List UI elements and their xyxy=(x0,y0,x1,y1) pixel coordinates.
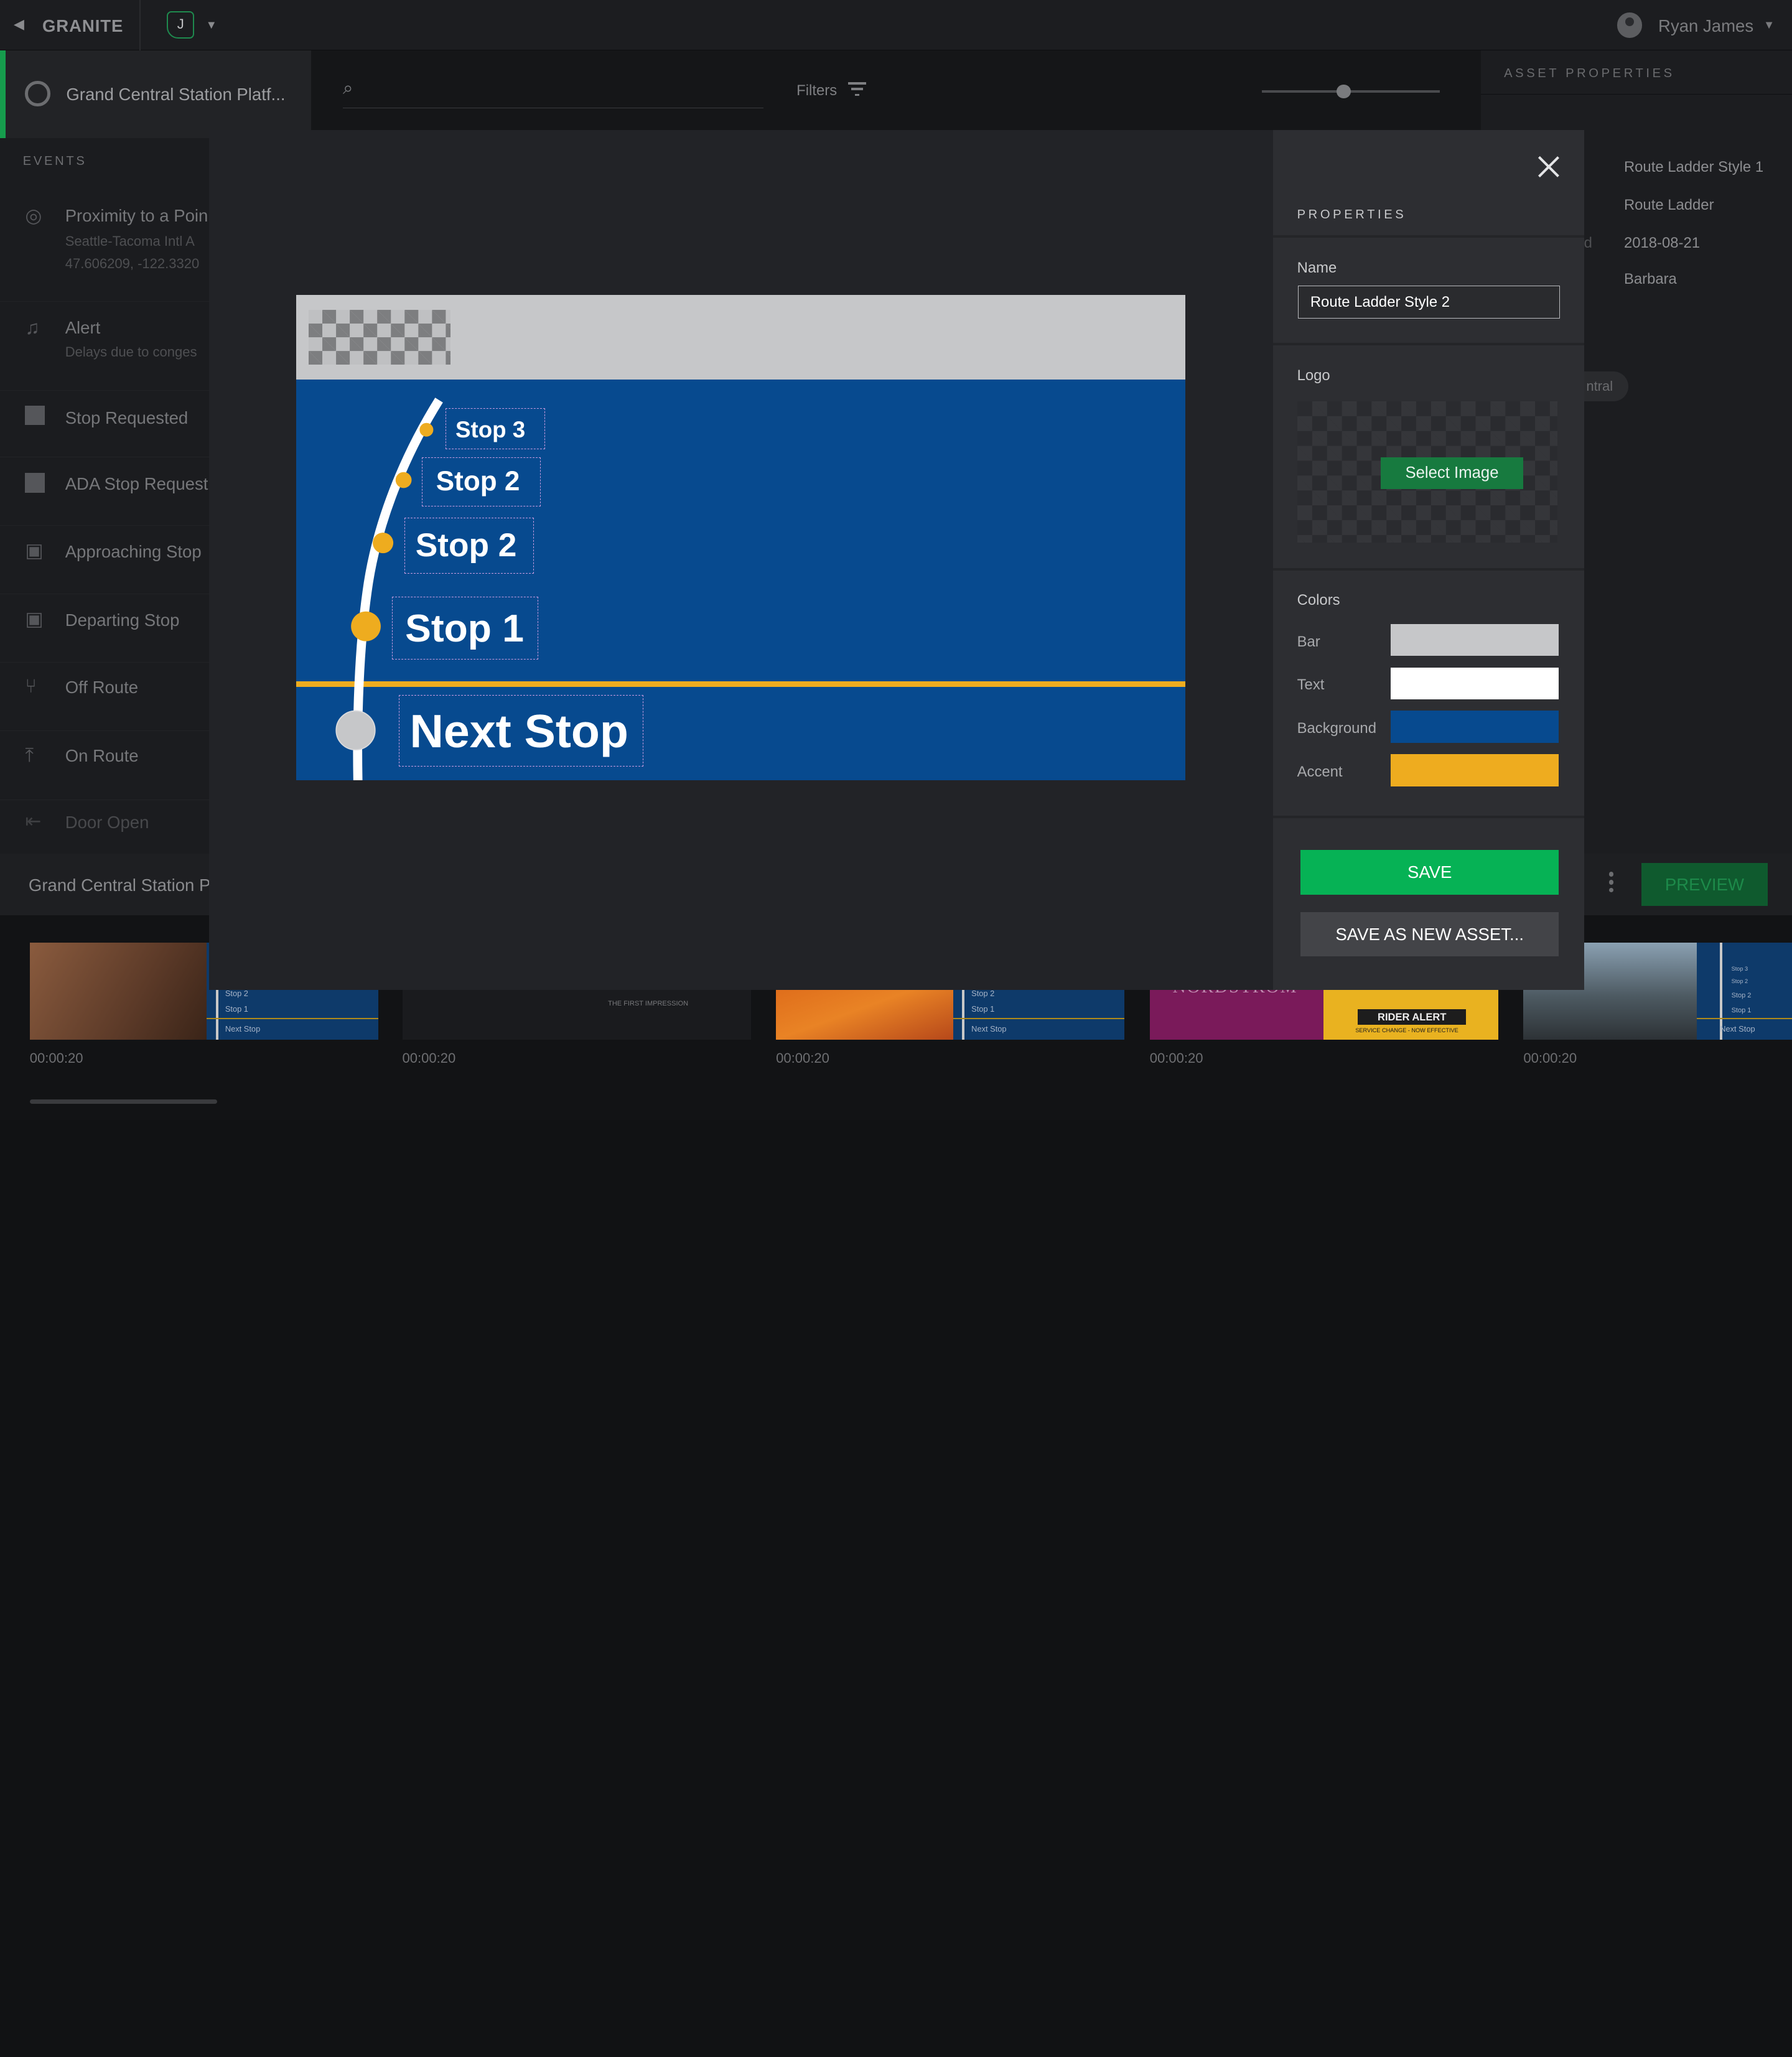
divider xyxy=(1273,816,1584,819)
event-label: Approaching Stop xyxy=(65,541,202,561)
workspace-badge[interactable]: J xyxy=(167,11,195,39)
event-label: On Route xyxy=(65,746,139,766)
event-label: Alert xyxy=(65,317,101,337)
user-menu-caret-icon[interactable]: ▼ xyxy=(1763,18,1775,32)
gear-icon xyxy=(25,81,50,106)
clip-duration: 00:00:20 xyxy=(1149,1050,1203,1066)
color-label-background: Background xyxy=(1297,720,1376,737)
bus-icon: ▣ xyxy=(25,539,44,561)
asset-properties-heading: ASSET PROPERTIES xyxy=(1504,66,1675,80)
asset-property-value: 2018-08-21 xyxy=(1623,234,1700,251)
asset-property-value: Route Ladder Style 1 xyxy=(1623,159,1764,176)
event-label: Proximity to a Poin xyxy=(65,205,208,225)
name-label: Name xyxy=(1297,259,1337,276)
preview-canvas-area: Stop 3 Stop 2 Stop 2 Stop 1 Next Stop xyxy=(209,130,1274,990)
text-color-swatch[interactable] xyxy=(1391,667,1559,700)
close-icon[interactable] xyxy=(1535,153,1562,180)
color-label-bar: Bar xyxy=(1297,633,1320,650)
playlist-title: Grand Central Station Platf... xyxy=(66,84,286,104)
target-icon: ◎ xyxy=(25,204,42,226)
zoom-slider-knob[interactable] xyxy=(1337,84,1351,98)
name-field[interactable] xyxy=(1298,286,1561,319)
clip-duration: 00:00:20 xyxy=(29,1050,83,1066)
playlist-bar-title: Grand Central Station P xyxy=(28,875,211,895)
next-stop-label[interactable]: Next Stop xyxy=(398,694,644,767)
back-arrow-icon[interactable]: ◀ xyxy=(14,16,24,32)
divider xyxy=(1481,93,1792,95)
zoom-slider[interactable] xyxy=(1261,90,1440,93)
square-icon xyxy=(25,406,45,426)
user-avatar-icon[interactable] xyxy=(1617,12,1643,38)
search-icon[interactable]: ⌕ xyxy=(343,78,353,99)
events-heading: EVENTS xyxy=(22,154,87,168)
clip-duration: 00:00:20 xyxy=(1523,1050,1577,1066)
stop-dot xyxy=(372,532,393,553)
stop-label-3[interactable]: Stop 3 xyxy=(446,408,546,449)
event-label: Off Route xyxy=(65,678,139,697)
clip-photo xyxy=(29,943,207,1040)
event-label: Door Open xyxy=(65,812,149,832)
select-image-button[interactable]: Select Image xyxy=(1380,457,1524,490)
square-icon xyxy=(25,473,45,493)
properties-heading: PROPERTIES xyxy=(1297,208,1407,222)
topbar-divider xyxy=(139,0,141,50)
brand-name[interactable]: GRANITE xyxy=(42,16,123,36)
background-color-swatch[interactable] xyxy=(1391,711,1559,743)
colors-label: Colors xyxy=(1297,592,1340,609)
event-sub: Seattle-Tacoma Intl A xyxy=(65,233,195,249)
workspace-caret-icon[interactable]: ▼ xyxy=(206,18,217,32)
asset-property-value: Barbara xyxy=(1623,271,1677,288)
merge-icon: ⤒ xyxy=(25,744,34,766)
clip-caption: THE FIRST IMPRESSION xyxy=(608,1000,689,1008)
event-label: ADA Stop Request xyxy=(65,474,208,494)
event-sub: Delays due to conges xyxy=(65,343,197,360)
logo-label: Logo xyxy=(1297,366,1330,384)
filter-icon[interactable] xyxy=(847,82,867,96)
stop-dot xyxy=(395,472,412,488)
route-ladder-preview: Stop 3 Stop 2 Stop 2 Stop 1 Next Stop xyxy=(296,294,1185,781)
current-stop-dot xyxy=(335,710,376,750)
playlist-title-row[interactable]: Grand Central Station Platf... xyxy=(0,50,311,139)
divider xyxy=(1273,343,1584,345)
door-icon: ⇤ xyxy=(25,810,42,833)
search-input[interactable] xyxy=(343,107,763,109)
clip-route-ladder: Stop 3 Stop 2 Stop 2 Stop 1 Next Stop xyxy=(1697,943,1792,1040)
stop-label-1[interactable]: Stop 1 xyxy=(391,596,539,660)
clip-duration: 00:00:20 xyxy=(402,1050,456,1066)
bar-color-swatch[interactable] xyxy=(1391,623,1559,656)
logo-dropzone[interactable]: Select Image xyxy=(1297,401,1558,543)
edit-asset-modal: Stop 3 Stop 2 Stop 2 Stop 1 Next Stop PR… xyxy=(209,130,1584,990)
color-label-text: Text xyxy=(1297,676,1325,694)
stop-label-2a[interactable]: Stop 2 xyxy=(421,457,541,506)
stop-dot xyxy=(350,611,381,641)
stop-dot xyxy=(419,422,434,437)
preview-button[interactable]: PREVIEW xyxy=(1641,862,1768,907)
event-label: Stop Requested xyxy=(65,408,189,427)
divider xyxy=(1273,235,1584,238)
event-label: Departing Stop xyxy=(65,610,180,630)
save-as-new-asset-button[interactable]: SAVE AS NEW ASSET... xyxy=(1300,912,1559,957)
app-root: ◀ GRANITE J ▼ Ryan James ▼ Grand Central… xyxy=(0,0,1792,1120)
filters-label[interactable]: Filters xyxy=(796,82,837,100)
clip-duration: 00:00:20 xyxy=(776,1050,829,1066)
bell-icon: ♫ xyxy=(25,316,40,338)
stop-label-2b[interactable]: Stop 2 xyxy=(404,518,534,574)
color-label-accent: Accent xyxy=(1297,763,1343,780)
asset-property-label: d xyxy=(1584,234,1592,251)
bus-icon: ▣ xyxy=(25,608,44,630)
divider xyxy=(1273,567,1584,571)
save-button[interactable]: SAVE xyxy=(1300,850,1559,895)
accent-color-swatch[interactable] xyxy=(1391,754,1559,786)
event-sub: 47.606209, -122.3320 xyxy=(65,256,200,272)
more-vert-icon[interactable] xyxy=(1609,872,1616,896)
asset-property-value: Route Ladder xyxy=(1623,196,1714,213)
timeline-scrollbar[interactable] xyxy=(29,1099,217,1104)
top-bar: ◀ GRANITE J ▼ Ryan James ▼ xyxy=(0,0,1792,50)
user-name[interactable]: Ryan James xyxy=(1658,16,1753,36)
fork-icon: ⑂ xyxy=(25,675,37,697)
